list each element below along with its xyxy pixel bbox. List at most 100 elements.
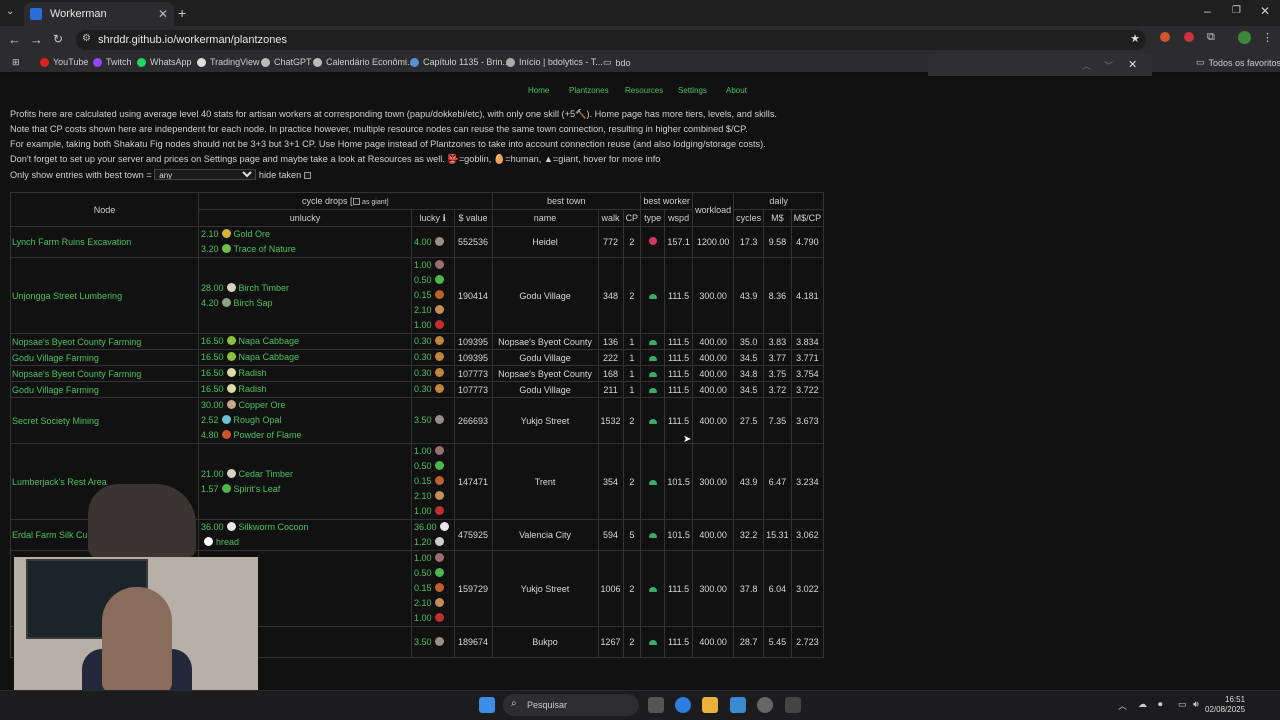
header-mscp[interactable]: M$/CP — [790, 209, 825, 227]
lucky-item[interactable]: 0.30 — [414, 366, 452, 381]
all-bookmarks[interactable]: ▭ Todos os favoritos — [1196, 57, 1280, 68]
lucky-item[interactable]: 0.50 — [414, 566, 452, 581]
lucky-item[interactable]: 0.30 — [414, 334, 452, 349]
hide-taken-checkbox[interactable] — [303, 172, 311, 180]
drop-item[interactable]: 36.00 Silkworm Cocoon — [201, 520, 409, 535]
drop-item[interactable]: 4.80 Powder of Flame — [201, 428, 409, 443]
menu-icon[interactable]: ⋮ — [1262, 31, 1273, 44]
node-link[interactable]: Nopsae's Byeot County Farming — [10, 333, 199, 350]
tab-search-icon[interactable]: ⌄ — [6, 6, 14, 17]
nav-about[interactable]: About — [726, 86, 747, 95]
lucky-item[interactable]: 2.10 — [414, 596, 452, 611]
drop-item[interactable]: 16.50 Napa Cabbage — [201, 350, 409, 365]
lucky-item[interactable]: 3.50 — [414, 413, 452, 428]
drop-item[interactable]: 2.52 Rough Opal — [201, 413, 409, 428]
bookmark-capitulo[interactable]: Capítulo 1135 - Brin... — [410, 57, 510, 67]
profile-avatar[interactable] — [1238, 31, 1251, 44]
node-link[interactable]: Nopsae's Byeot County Farming — [10, 365, 199, 382]
header-town-name[interactable]: name — [491, 209, 599, 227]
tab-workerman[interactable]: Workerman ✕ — [24, 2, 174, 26]
drop-item[interactable]: 16.50 Radish — [201, 382, 409, 397]
node-link[interactable]: Godu Village Farming — [10, 381, 199, 398]
lucky-item[interactable]: 1.00 — [414, 318, 452, 333]
lucky-item[interactable]: 4.00 — [414, 235, 452, 250]
site-info-icon[interactable]: ⚙ — [82, 33, 91, 44]
lucky-item[interactable]: 3.50 — [414, 635, 452, 650]
network-icon[interactable]: ▭ — [1178, 699, 1187, 710]
close-window-icon[interactable]: ✕ — [1260, 4, 1270, 18]
new-tab-icon[interactable]: + — [178, 5, 186, 21]
lucky-item[interactable]: 0.50 — [414, 273, 452, 288]
header-unlucky[interactable]: unlucky — [198, 209, 412, 227]
start-icon[interactable] — [479, 697, 495, 713]
drop-item[interactable]: 3.20 Trace of Nature — [201, 242, 409, 257]
lucky-item[interactable]: 0.15 — [414, 288, 452, 303]
find-next-icon[interactable]: ﹀ — [1104, 59, 1113, 72]
lucky-item[interactable]: 0.30 — [414, 350, 452, 365]
node-link[interactable]: Secret Society Mining — [10, 397, 199, 444]
drop-item[interactable]: hread — [201, 535, 409, 550]
bookmark-tradingview[interactable]: TradingView — [197, 57, 260, 67]
header-ms[interactable]: M$ — [763, 209, 792, 227]
find-prev-icon[interactable]: ︿ — [1082, 59, 1091, 72]
header-cycles[interactable]: cycles — [733, 209, 765, 227]
app-icon[interactable] — [757, 697, 773, 713]
bookmark-youtube[interactable]: YouTube — [40, 57, 88, 67]
extension-icon[interactable] — [1184, 32, 1194, 42]
drop-item[interactable]: 4.20 Birch Sap — [201, 296, 409, 311]
header-node[interactable]: Node — [10, 192, 199, 227]
minimize-icon[interactable]: – — [1204, 4, 1211, 18]
bookmark-whatsapp[interactable]: WhatsApp — [137, 57, 192, 67]
reload-icon[interactable]: ↻ — [53, 32, 63, 46]
node-link[interactable]: Unjongga Street Lumbering — [10, 257, 199, 334]
drop-item[interactable]: 30.00 Copper Ore — [201, 398, 409, 413]
drop-item[interactable]: 16.50 Napa Cabbage — [201, 334, 409, 349]
extensions-icon[interactable]: ⧉ — [1207, 31, 1215, 44]
drop-item[interactable]: 1.57 Spirit's Leaf — [201, 482, 409, 497]
chrome-icon[interactable] — [675, 697, 691, 713]
tray-chevron-icon[interactable]: ︿ — [1118, 699, 1127, 712]
as-giant-checkbox[interactable] — [352, 198, 360, 206]
apps-icon[interactable]: ⊞ — [12, 57, 20, 68]
app-icon[interactable] — [785, 697, 801, 713]
header-value[interactable]: $ value — [453, 209, 493, 227]
volume-icon[interactable]: 🔊︎ — [1193, 699, 1199, 710]
header-cp[interactable]: CP — [622, 209, 642, 227]
header-workload[interactable]: workload — [692, 192, 735, 227]
lucky-item[interactable]: 0.30 — [414, 382, 452, 397]
header-wspd[interactable]: wspd — [664, 209, 694, 227]
nav-plantzones[interactable]: Plantzones — [569, 86, 609, 95]
node-link[interactable]: Lynch Farm Ruins Excavation — [10, 226, 199, 258]
lucky-item[interactable]: 1.00 — [414, 504, 452, 519]
lucky-item[interactable]: 0.15 — [414, 581, 452, 596]
bookmark-calendario[interactable]: Calendário Econômi... — [313, 57, 415, 67]
forward-icon[interactable]: → — [30, 32, 43, 47]
maximize-icon[interactable]: ❐ — [1232, 5, 1241, 16]
lucky-item[interactable]: 2.10 — [414, 303, 452, 318]
bookmark-chatgpt[interactable]: ChatGPT — [261, 57, 312, 67]
taskbar-search[interactable]: ⌕ Pesquisar — [503, 694, 639, 716]
drop-item[interactable]: 28.00 Birch Timber — [201, 281, 409, 296]
lucky-item[interactable]: 1.20 — [414, 535, 452, 550]
bookmark-folder-bdo[interactable]: ▭ bdo — [603, 57, 631, 68]
header-type[interactable]: type — [640, 209, 666, 227]
nav-settings[interactable]: Settings — [678, 86, 707, 95]
lucky-item[interactable]: 0.50 — [414, 459, 452, 474]
clock[interactable]: 16:51 02/08/2025 — [1205, 695, 1245, 715]
lucky-item[interactable]: 1.00 — [414, 611, 452, 626]
header-lucky[interactable]: lucky ℹ — [411, 209, 455, 227]
address-bar[interactable]: ⚙ shrddr.github.io/workerman/plantzones … — [76, 30, 1146, 50]
drop-item[interactable]: 21.00 Cedar Timber — [201, 467, 409, 482]
file-explorer-icon[interactable] — [702, 697, 718, 713]
header-walk[interactable]: walk — [597, 209, 624, 227]
lucky-item[interactable]: 0.15 — [414, 474, 452, 489]
best-town-select[interactable]: any — [154, 169, 257, 180]
cloud-icon[interactable]: ☁ — [1138, 699, 1147, 710]
notepad-icon[interactable] — [730, 697, 746, 713]
mic-icon[interactable]: ⏺ — [1158, 699, 1163, 710]
lucky-item[interactable]: 2.10 — [414, 489, 452, 504]
lucky-item[interactable]: 1.00 — [414, 258, 452, 273]
nav-resources[interactable]: Resources — [625, 86, 663, 95]
node-link[interactable]: Godu Village Farming — [10, 349, 199, 366]
drop-item[interactable]: 16.50 Radish — [201, 366, 409, 381]
